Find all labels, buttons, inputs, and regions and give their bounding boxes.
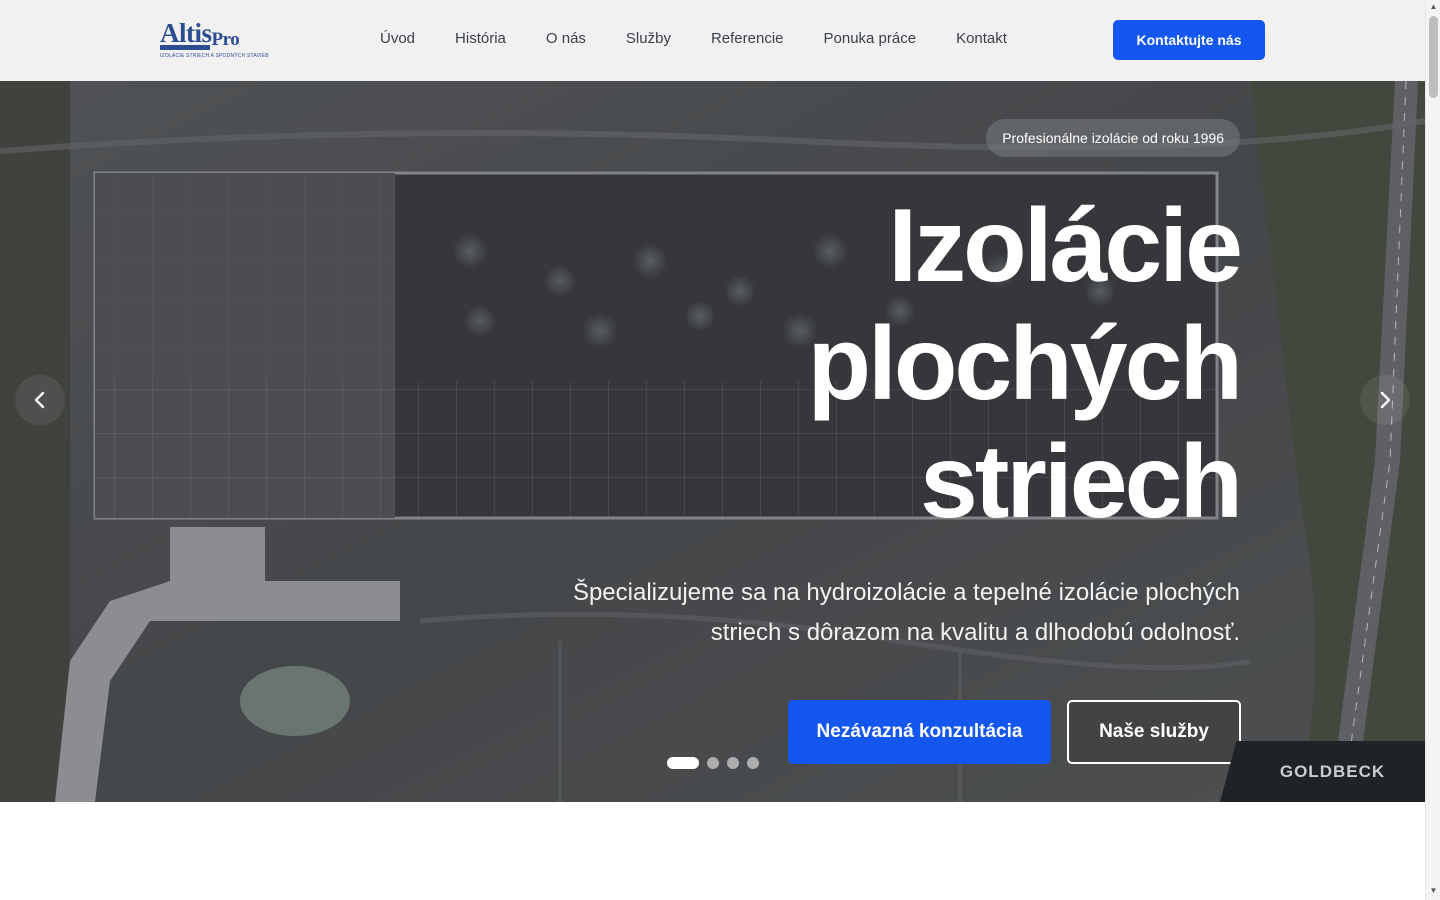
scrollbar-thumb[interactable] [1429,16,1438,98]
slider-pagination [667,757,759,769]
nav-item-o-nas[interactable]: O nás [546,30,586,47]
page: AltisPro IZOLÁCIE STRIECH A SPODNÝCH STA… [0,0,1425,900]
hero-title-line: Izolácie [888,188,1243,304]
nav-item-kontakt[interactable]: Kontakt [956,30,1007,47]
content-section [0,802,1425,900]
chevron-left-icon [34,391,45,409]
logo-bar [160,45,210,50]
contact-us-button[interactable]: Kontaktujte nás [1113,20,1265,60]
slider-dot-4[interactable] [747,757,759,769]
site-header: AltisPro IZOLÁCIE STRIECH A SPODNÝCH STA… [0,0,1425,81]
nav-item-historia[interactable]: História [455,30,506,47]
hero-title: Izolácie plochých striech [540,187,1243,541]
chevron-right-icon [1380,391,1391,409]
free-consultation-button[interactable]: Nezávazná konzultácia [788,700,1051,764]
logo-tagline: IZOLÁCIE STRIECH A SPODNÝCH STAVIEB [160,53,269,59]
slider-dot-2[interactable] [707,757,719,769]
hero-title-line: striech [919,424,1243,540]
slider-next-button[interactable] [1360,375,1410,425]
hero-slider: Profesionálne izolácie od roku 1996 Izol… [0,81,1425,802]
hero-title-line: plochých [807,306,1243,422]
nav-item-uvod[interactable]: Úvod [380,30,415,47]
logo[interactable]: AltisPro IZOLÁCIE STRIECH A SPODNÝCH STA… [160,18,275,63]
slider-dot-1[interactable] [667,757,699,769]
main-nav: Úvod História O nás Služby Referencie Po… [380,30,1007,47]
hero-badge: Profesionálne izolácie od roku 1996 [986,119,1240,157]
slider-prev-button[interactable] [15,375,65,425]
scroll-down-icon[interactable]: ▼ [1429,886,1438,896]
slider-dot-3[interactable] [727,757,739,769]
hero-description: Špecializujeme sa na hydroizolácie a tep… [572,579,1240,646]
page-scrollbar[interactable]: ▲ ▼ [1425,0,1440,900]
scroll-up-icon[interactable]: ▲ [1429,2,1438,12]
our-services-button[interactable]: Naše služby [1067,700,1241,764]
nav-item-referencie[interactable]: Referencie [711,30,784,47]
goldbeck-watermark: GOLDBECK [1220,741,1425,802]
nav-item-sluzby[interactable]: Služby [626,30,671,47]
nav-item-ponuka-prace[interactable]: Ponuka práce [824,30,917,47]
